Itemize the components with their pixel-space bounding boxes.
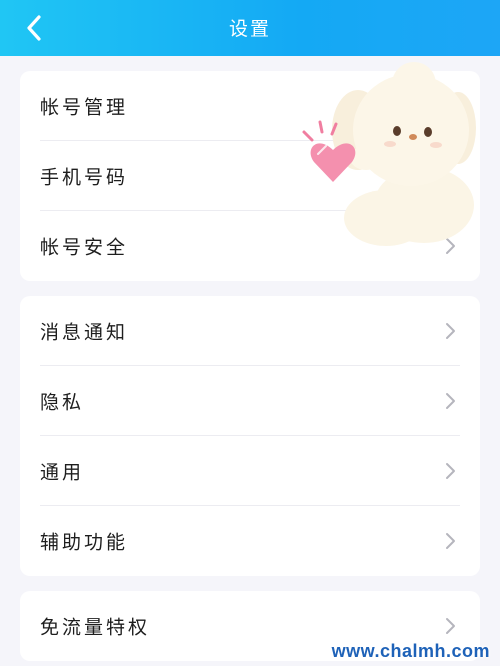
menu-item-label: 免流量特权 (40, 616, 151, 639)
chevron-right-icon (444, 532, 456, 550)
page-title: 设置 (228, 18, 271, 40)
menu-item-label: 隐私 (40, 391, 85, 414)
account-settings-group: 帐号管理 手机号码 帐号安全 (20, 71, 480, 281)
menu-item-privacy[interactable]: 隐私 (20, 366, 480, 436)
chevron-right-icon (444, 322, 456, 340)
menu-item-label: 手机号码 (40, 166, 129, 189)
menu-item-label: 消息通知 (40, 321, 129, 344)
menu-item-accessibility[interactable]: 辅助功能 (20, 506, 480, 576)
menu-item-account-security[interactable]: 帐号安全 (20, 211, 480, 281)
menu-item-label: 帐号管理 (40, 96, 129, 119)
menu-item-label: 辅助功能 (40, 531, 129, 554)
menu-item-general[interactable]: 通用 (20, 436, 480, 506)
menu-item-phone-number[interactable]: 手机号码 (20, 141, 480, 211)
menu-item-label: 帐号安全 (40, 236, 129, 259)
title-bar: 设置 (0, 0, 500, 56)
chevron-right-icon (444, 617, 456, 635)
menu-item-notifications[interactable]: 消息通知 (20, 296, 480, 366)
menu-item-label: 通用 (40, 461, 85, 484)
watermark-text: www.chalmh.com (331, 641, 490, 661)
general-settings-group: 消息通知 隐私 通用 辅助功能 (20, 296, 480, 576)
chevron-right-icon (444, 462, 456, 480)
chevron-right-icon (444, 392, 456, 410)
chevron-right-icon (444, 237, 456, 255)
menu-item-account-management[interactable]: 帐号管理 (20, 71, 480, 141)
